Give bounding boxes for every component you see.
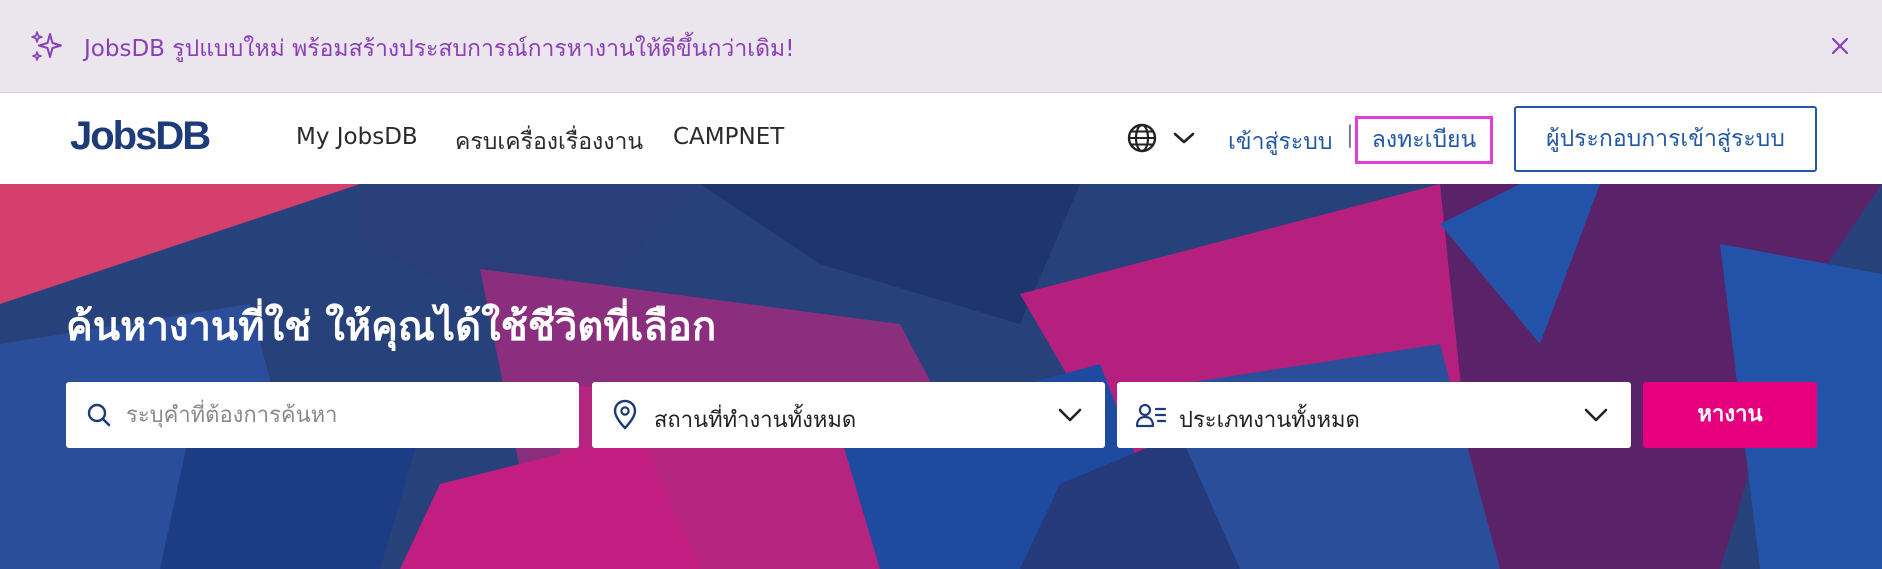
divider: |: [1346, 122, 1354, 148]
nav-career-tools[interactable]: ครบเครื่องเรื่องงาน: [455, 124, 643, 160]
employer-sign-in-button[interactable]: ผู้ประกอบการเข้าสู่ระบบ: [1514, 106, 1817, 172]
chevron-down-icon: [1058, 408, 1082, 422]
search-input[interactable]: [126, 392, 566, 438]
search-icon: [87, 403, 111, 427]
location-select[interactable]: สถานที่ทำงานทั้งหมด: [592, 382, 1105, 448]
nav-campnet[interactable]: CAMPNET: [673, 124, 784, 150]
nav-my-jobsdb[interactable]: My JobsDB: [296, 124, 418, 150]
chevron-down-icon: [1584, 408, 1608, 422]
sparkle-icon: [31, 31, 62, 61]
keyword-search-field[interactable]: [66, 382, 579, 448]
site-header: JobsDB My JobsDB ครบเครื่องเรื่องงาน CAM…: [0, 94, 1882, 184]
person-list-icon: [1135, 403, 1167, 428]
find-jobs-button[interactable]: หางาน: [1643, 382, 1817, 448]
announcement-bar: JobsDB รูปแบบใหม่ พร้อมสร้างประสบการณ์กา…: [0, 0, 1882, 93]
hero-title: ค้นหางานที่ใช่ ให้คุณได้ใช้ชีวิตที่เลือก: [66, 304, 717, 350]
hero-banner: ค้นหางานที่ใช่ ให้คุณได้ใช้ชีวิตที่เลือก…: [0, 184, 1882, 569]
close-icon[interactable]: [1830, 36, 1850, 56]
location-pin-icon: [613, 399, 637, 430]
chevron-down-icon[interactable]: [1172, 130, 1196, 146]
sign-in-link[interactable]: เข้าสู่ระบบ: [1228, 124, 1332, 160]
location-selected-value: สถานที่ทำงานทั้งหมด: [654, 408, 857, 433]
announcement-message: JobsDB รูปแบบใหม่ พร้อมสร้างประสบการณ์กา…: [84, 36, 795, 62]
globe-icon[interactable]: [1126, 122, 1158, 154]
jobsdb-logo[interactable]: JobsDB: [70, 114, 211, 159]
register-link[interactable]: ลงทะเบียน: [1355, 116, 1493, 164]
job-type-select[interactable]: ประเภทงานทั้งหมด: [1117, 382, 1631, 448]
job-type-selected-value: ประเภทงานทั้งหมด: [1179, 408, 1360, 433]
hero-background-shapes: [0, 184, 1882, 569]
